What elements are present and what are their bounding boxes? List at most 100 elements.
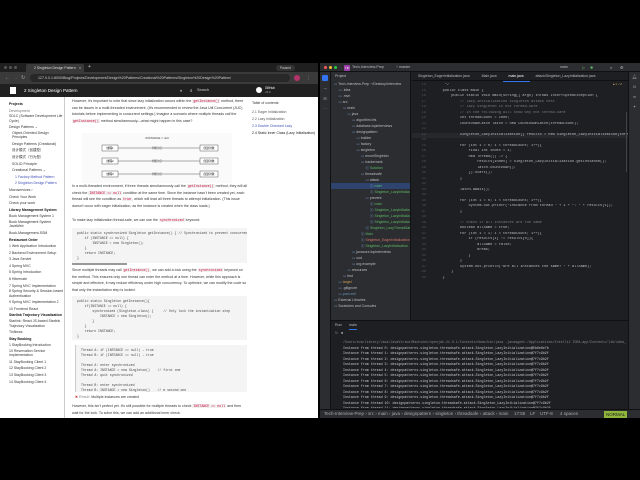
theme-toggle-icon[interactable]: ◐ [180, 84, 183, 97]
sidebar-item[interactable]: 1 StayBooking Introduction [9, 342, 64, 349]
sidebar-item[interactable]: 6 Hibernate [9, 276, 64, 283]
project-tree-item[interactable]: ▭ Scratches and Consoles [331, 303, 410, 309]
database-icon[interactable]: ⛁ [629, 82, 640, 92]
sidebar-item[interactable]: Starlink Trajectory Visualization [9, 312, 64, 319]
settings-icon[interactable]: ⚙ [620, 63, 624, 72]
code-scrollbar[interactable] [72, 263, 127, 265]
notifications-icon[interactable]: 🔔︎ [629, 72, 640, 82]
sidebar-item[interactable]: Book Management System JavaWeb [9, 220, 64, 230]
project-panel-title[interactable]: Project [331, 72, 410, 80]
close-tab-icon[interactable]: × [79, 64, 81, 72]
toc-item[interactable]: 2.4 Static Inner Class (Lazy Initializat… [252, 131, 318, 136]
sidebar-item[interactable]: Stay Booking [9, 336, 64, 343]
run-icon[interactable]: ▷ [582, 63, 585, 72]
toc-item[interactable]: 2.1 Eager Initialization [252, 110, 318, 115]
sidebar-item[interactable]: TinNews [9, 329, 64, 336]
breadcrumb[interactable]: Tech-Interview-Prep › src › main › java … [324, 410, 510, 418]
editor-tab[interactable]: main.java [502, 72, 530, 82]
project-tool-icon[interactable] [322, 75, 328, 81]
reload-icon[interactable]: ↻ [21, 74, 25, 82]
editor-tab[interactable]: Singleton_EagerInitialization.java [412, 72, 476, 81]
sidebar-item[interactable]: 9 Spring MVC Implementation 2 [9, 299, 64, 306]
code-block[interactable]: public static Singleton getInstance(){ i… [72, 296, 247, 340]
search-icon[interactable]: ⌕ [610, 63, 612, 72]
debug-icon[interactable]: ✱ [590, 63, 593, 72]
sidebar-item[interactable]: 14 StayBooking Client 4 [9, 379, 64, 386]
editor-tab[interactable]: attack/Singleton_LazyInitialization.java [530, 72, 602, 81]
code-area[interactable]: 14 */15 public class main {16 public sta… [412, 83, 628, 320]
sidebar-item[interactable]: SDLC (Software Development Life Cycle) [9, 114, 64, 124]
maximize-window-button[interactable] [14, 66, 17, 69]
sidebar-item[interactable]: Design Patterns (Creational) [9, 141, 64, 148]
editor-scrollbar[interactable] [625, 112, 627, 172]
sidebar-item[interactable]: 10 Frontend React [9, 306, 64, 313]
sidebar-item[interactable]: 11 StayBooking Client 1 [9, 359, 64, 366]
code-block[interactable]: Thread A: if (INSTANCE == null) → true T… [75, 345, 247, 392]
menu-icon[interactable]: ⋮ [306, 74, 311, 82]
sidebar-item[interactable]: 2 Singleton Design Pattern [9, 180, 64, 187]
sidebar-item[interactable]: 1 Web Application Introduction [9, 243, 64, 250]
sidebar-item[interactable]: 8 Spring Security & Session-based Authen… [9, 289, 64, 299]
branch-switcher[interactable]: ⑂ master [396, 63, 410, 72]
more-icon[interactable]: ⋯ [320, 104, 330, 114]
code-block[interactable]: public static synchronized Singleton get… [72, 228, 247, 263]
sidebar-item[interactable]: Development [9, 108, 64, 115]
profile-avatar[interactable] [294, 75, 300, 81]
toc-item[interactable]: 2.3 Double Checked Lazy [252, 124, 318, 129]
stop-icon[interactable]: ■ [341, 331, 343, 335]
search-button[interactable]: Search [197, 84, 209, 97]
sidebar-item[interactable]: 12 StayBooking Client 2 [9, 365, 64, 372]
sidebar-item[interactable]: 5 Spring Introduction [9, 269, 64, 276]
close-window-button[interactable] [324, 66, 327, 69]
rerun-icon[interactable]: ↻ [335, 331, 338, 335]
close-window-button[interactable] [4, 66, 7, 69]
sidebar-item[interactable]: Projects [9, 101, 64, 108]
sidebar-item[interactable]: 2 Backend Environment Setup [9, 250, 64, 257]
sidebar-item[interactable]: Book Management System 1 [9, 213, 64, 220]
paused-badge[interactable]: Paused [276, 64, 295, 71]
sidebar-item[interactable]: Check your work [9, 200, 64, 207]
project-switcher[interactable]: Tech-Interview-Prep [352, 63, 384, 72]
structure-icon[interactable]: ⊞ [320, 94, 330, 104]
code-editor[interactable]: Singleton_EagerInitialization.java Main.j… [412, 72, 628, 320]
commit-icon[interactable]: ⊸ [320, 84, 330, 94]
sidebar-item[interactable]: Object-Oriented Design Principles [9, 131, 64, 141]
sidebar-item[interactable]: Restaurant Order [9, 237, 64, 244]
sidebar-item[interactable]: Microservices › [9, 187, 64, 194]
sidebar-item[interactable]: Starlink: React JS-based Starlink Trajec… [9, 319, 64, 329]
url-input[interactable]: 127.0.0.1:8000/Blog/Projects/Development… [30, 74, 290, 82]
caret-position[interactable]: 17:55 [514, 410, 525, 418]
new-tab-button[interactable]: + [88, 63, 91, 72]
sidebar-item[interactable]: Design Patterns ⌄ [9, 124, 64, 131]
sidebar-item[interactable]: 10 Reservation Service Implementation [9, 349, 64, 359]
sidebar-item[interactable]: 4 Spring MVC [9, 263, 64, 270]
sidebar-item[interactable]: 7 Spring MVC Implementation [9, 283, 64, 290]
maximize-window-button[interactable] [334, 66, 337, 69]
toc-item[interactable]: 2.2 Lazy Initialization [252, 117, 318, 122]
sidebar-item[interactable]: 设计模式（创建型） [9, 147, 64, 154]
sidebar-item[interactable]: 3 Java Servlet [9, 256, 64, 263]
minimize-window-button[interactable] [9, 66, 12, 69]
sidebar-item[interactable]: SOLID Principle [9, 161, 64, 168]
site-title[interactable]: 2 Singleton Design Pattern [24, 84, 78, 97]
line-separator[interactable]: LF [530, 410, 535, 418]
run-tab-main[interactable]: main [349, 322, 357, 330]
sidebar-item[interactable]: Creational Patterns ⌄ [9, 167, 64, 174]
forward-icon[interactable]: → [13, 74, 18, 82]
sidebar-item[interactable]: Book-Management-SSM [9, 230, 64, 237]
browser-tab[interactable]: 2 Singleton Design Pattern × [26, 64, 84, 72]
ai-assistant-icon[interactable]: ✦ [629, 102, 640, 112]
editor-tab[interactable]: Main.java [476, 72, 503, 81]
minimize-window-button[interactable] [329, 66, 332, 69]
maven-icon[interactable]: m [629, 92, 640, 102]
console-output[interactable]: /Users/eva/Library/Java/JavaVirtualMachi… [343, 340, 626, 408]
github-icon[interactable] [256, 87, 262, 93]
sidebar-item[interactable]: 1 Factory Method Pattern [9, 174, 64, 181]
site-logo-icon[interactable] [10, 87, 16, 94]
indent-setting[interactable]: 4 spaces [560, 410, 578, 418]
sidebar-item[interactable]: Library Management System [9, 207, 64, 214]
file-encoding[interactable]: UTF-8 [540, 410, 553, 418]
search-icon[interactable]: ⌕ [190, 84, 193, 97]
back-icon[interactable]: ← [5, 74, 10, 82]
sidebar-item[interactable]: Check Your Work [9, 194, 64, 201]
